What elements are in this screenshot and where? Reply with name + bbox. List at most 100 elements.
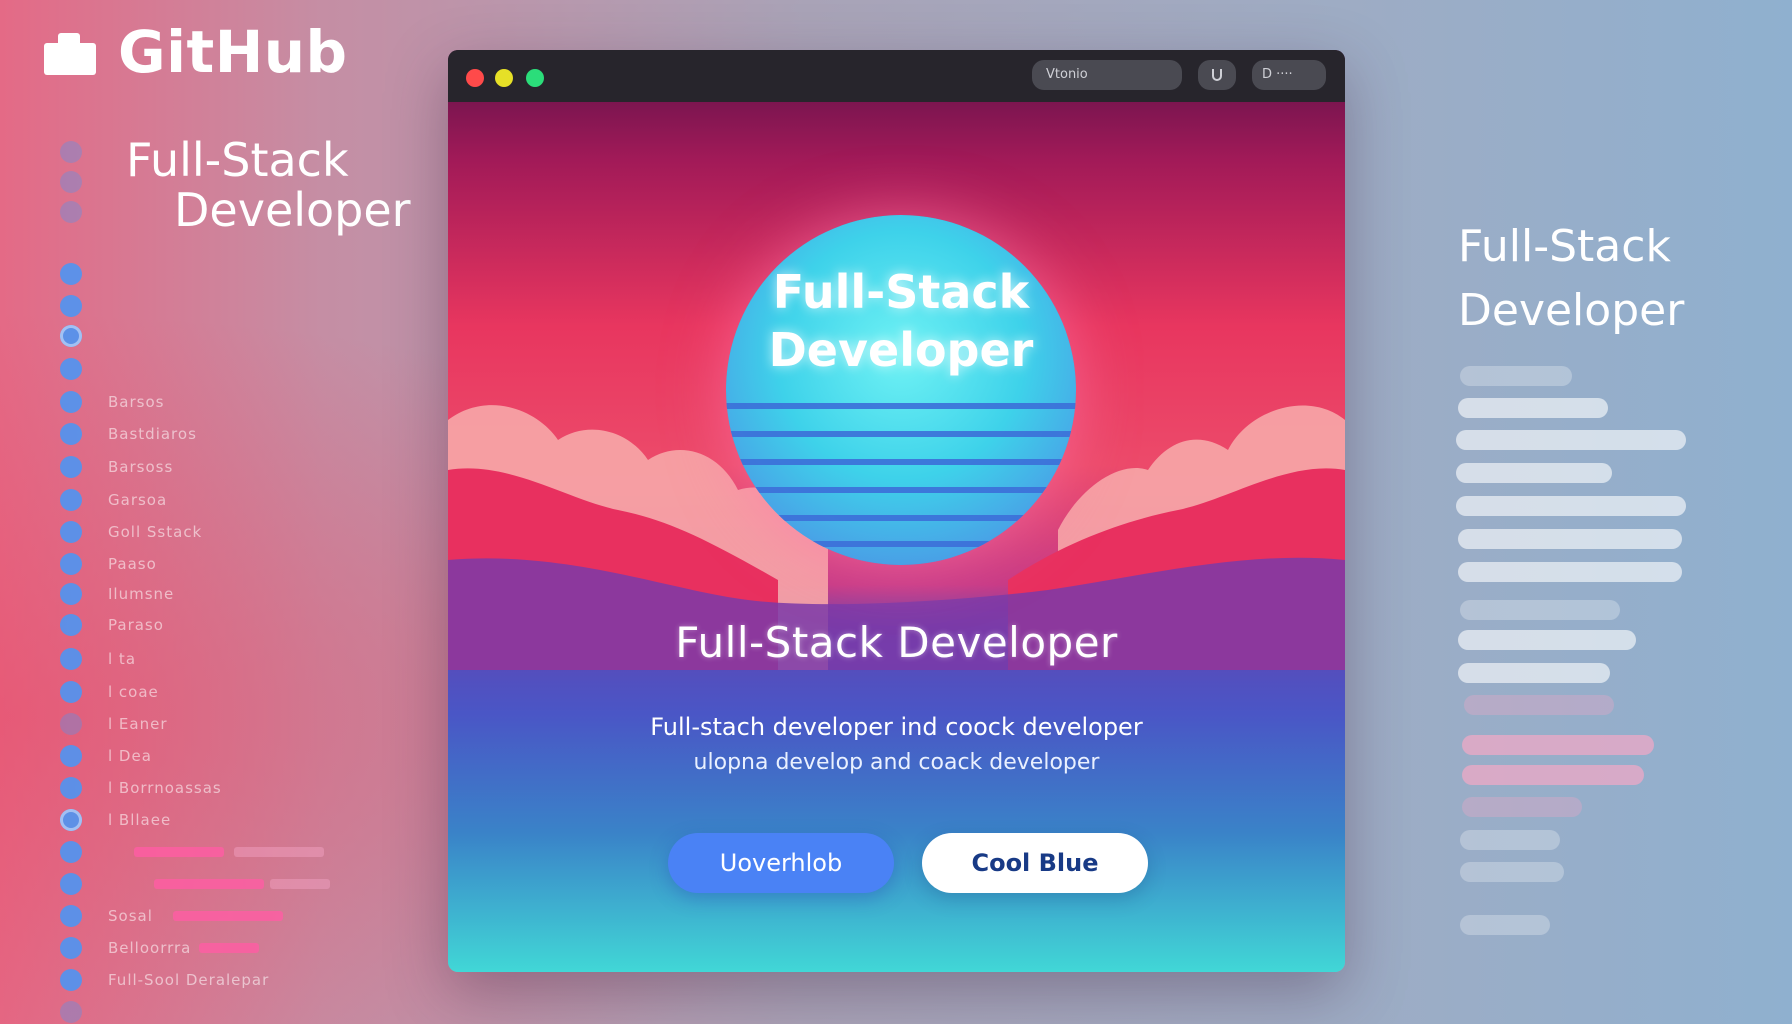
placeholder-bar	[1456, 496, 1686, 516]
sidebar-item-label: l ta	[108, 650, 137, 668]
sidebar-item-label: Paraso	[108, 616, 164, 634]
sidebar-item[interactable]	[60, 357, 108, 381]
progress-bar-track	[234, 847, 324, 857]
bullet-icon	[60, 325, 82, 347]
sun-title-line1: Full-Stack	[772, 265, 1030, 319]
sun-title: Full-Stack Developer	[726, 263, 1076, 379]
bullet-icon	[60, 745, 82, 767]
sidebar-item-progress[interactable]	[60, 840, 324, 864]
briefcase-logo-icon	[44, 27, 96, 77]
bullet-icon	[60, 681, 82, 703]
placeholder-bar	[1456, 430, 1686, 450]
sidebar-item[interactable]: l Eaner	[60, 712, 168, 736]
bullet-icon	[60, 456, 82, 478]
minimize-window-icon[interactable]	[495, 69, 513, 87]
sidebar-item[interactable]: l ta	[60, 647, 136, 671]
info-button[interactable]: D ····	[1252, 60, 1326, 90]
bullet-icon	[60, 141, 82, 163]
left-title-line1: Full-Stack	[126, 133, 349, 187]
placeholder-bar	[1460, 600, 1620, 620]
sidebar-item[interactable]: l Bllaee	[60, 808, 171, 832]
sidebar-item[interactable]	[60, 140, 108, 164]
sidebar-item[interactable]	[60, 200, 108, 224]
sidebar-item-label: Sosal	[108, 907, 153, 925]
placeholder-bar	[1458, 398, 1608, 418]
cool-blue-button[interactable]: Cool Blue	[922, 833, 1148, 893]
bullet-icon	[60, 553, 82, 575]
progress-bar	[134, 847, 224, 857]
maximize-window-icon[interactable]	[526, 69, 544, 87]
placeholder-bar	[1460, 915, 1550, 935]
bullet-icon	[60, 969, 82, 991]
sidebar-item[interactable]: l coae	[60, 680, 159, 704]
bullet-icon	[60, 358, 82, 380]
sidebar-item-label: Belloorrra	[108, 939, 192, 957]
app-window: Vtonio D ···· Full-Stack Developer Full-…	[448, 50, 1345, 972]
sun-graphic: Full-Stack Developer	[726, 215, 1076, 565]
right-title-line2: Developer	[1458, 285, 1685, 336]
sidebar-item[interactable]: Belloorrra	[60, 936, 260, 960]
sun-title-line2: Developer	[768, 323, 1034, 377]
sidebar-item[interactable]: l Dea	[60, 744, 152, 768]
sidebar-item[interactable]	[60, 170, 108, 194]
sidebar-item-label: Barsoss	[108, 458, 174, 476]
bullet-icon	[60, 841, 82, 863]
placeholder-bar	[1456, 463, 1612, 483]
sidebar-item[interactable]: Garsoa	[60, 488, 167, 512]
bullet-icon	[60, 295, 82, 317]
placeholder-bar	[1462, 735, 1654, 755]
sidebar-item[interactable]: Barsos	[60, 390, 164, 414]
sidebar-item[interactable]: Bastdiaros	[60, 422, 197, 446]
bullet-icon	[60, 713, 82, 735]
sidebar-item-label: Full-Sool Deralepar	[108, 971, 270, 989]
placeholder-bar	[1462, 797, 1582, 817]
bullet-icon	[60, 489, 82, 511]
placeholder-bar	[1464, 695, 1614, 715]
sidebar-item-active[interactable]	[60, 324, 108, 348]
sidebar-item[interactable]: l Borrnoassas	[60, 776, 222, 800]
primary-button[interactable]: Uoverhlob	[668, 833, 894, 893]
right-panel-title: Full-Stack Developer	[1458, 215, 1684, 343]
sidebar-item[interactable]	[60, 294, 108, 318]
sidebar-item-label: l Bllaee	[108, 811, 172, 829]
close-window-icon[interactable]	[466, 69, 484, 87]
left-panel-title: Full-Stack Developer	[126, 135, 411, 235]
subtitle-line1: Full-stach developer ind coock developer	[650, 713, 1143, 741]
profile-icon-button[interactable]	[1198, 60, 1236, 90]
bullet-icon	[60, 809, 82, 831]
right-title-line1: Full-Stack	[1458, 221, 1671, 272]
bullet-icon	[60, 521, 82, 543]
sidebar-item[interactable]: Goll Sstack	[60, 520, 202, 544]
placeholder-bar	[1458, 529, 1682, 549]
brand-header[interactable]: GitHub	[44, 18, 348, 86]
bullet-icon	[60, 263, 82, 285]
placeholder-bar	[1460, 366, 1572, 386]
progress-bar	[199, 943, 260, 953]
bullet-icon	[60, 905, 82, 927]
placeholder-bar	[1462, 765, 1644, 785]
search-input[interactable]: Vtonio	[1032, 60, 1182, 90]
bullet-icon	[60, 937, 82, 959]
sidebar-item[interactable]: Sosal	[60, 904, 283, 928]
sidebar-item[interactable]: Barsoss	[60, 455, 173, 479]
placeholder-bar	[1458, 562, 1682, 582]
sidebar-item[interactable]: Full-Sool Deralepar	[60, 968, 269, 992]
sidebar-item-label: l Eaner	[108, 715, 168, 733]
placeholder-bar	[1460, 830, 1560, 850]
bullet-icon	[60, 873, 82, 895]
sidebar-item[interactable]: Ilumsne	[60, 582, 174, 606]
page-title: Full-Stack Developer	[675, 618, 1118, 667]
progress-bar-track	[270, 879, 330, 889]
bullet-icon	[60, 1001, 82, 1023]
sidebar-item-label: Bastdiaros	[108, 425, 197, 443]
placeholder-bar	[1460, 862, 1564, 882]
sidebar-item[interactable]: Paaso	[60, 552, 157, 576]
sidebar-item-label: Goll Sstack	[108, 523, 203, 541]
bullet-icon	[60, 201, 82, 223]
left-title-line2: Developer	[174, 183, 411, 237]
sidebar-item[interactable]	[60, 262, 108, 286]
sidebar-item[interactable]	[60, 1000, 108, 1024]
sidebar-item-progress[interactable]	[60, 872, 330, 896]
brand-name: GitHub	[118, 18, 348, 86]
sidebar-item[interactable]: Paraso	[60, 613, 164, 637]
